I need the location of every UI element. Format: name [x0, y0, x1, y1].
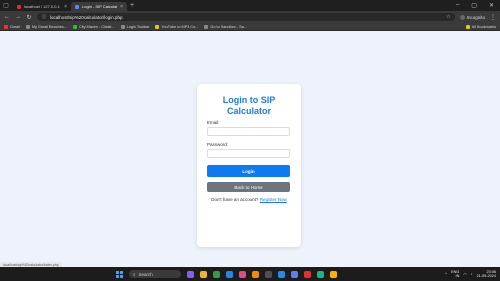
app-icon[interactable]	[317, 270, 324, 278]
maximize-icon[interactable]: ▢	[471, 2, 477, 9]
windows-start-icon[interactable]	[116, 270, 123, 278]
lang-region-text: IN	[455, 274, 460, 278]
bookmark-label: My Gmail Beaches...	[31, 24, 67, 29]
bookmark-label: All Bookmarks	[471, 24, 496, 29]
system-tray: ^ ENG IN ◠ ♪ 23:06 21-09-2024	[445, 270, 496, 279]
windows-taskbar: ⌕ Search ^ ENG IN ◠ ♪ 23:06 21-09-2024	[0, 267, 500, 281]
bookmark-item[interactable]: City Maven - Clickit...	[72, 24, 115, 29]
browser-toolbar: ← → ↻ ⓘ localhost/sip%20calculator/login…	[0, 11, 500, 23]
password-field[interactable]	[207, 149, 290, 158]
incognito-indicator[interactable]: Incognito	[459, 14, 485, 20]
back-arrow-icon[interactable]: ←	[4, 14, 10, 20]
bookmark-label: City Maven - Clickit...	[78, 24, 115, 29]
app-icon[interactable]	[239, 270, 246, 278]
edge-icon[interactable]	[278, 270, 285, 278]
login-title-line1: Login to SIP	[222, 95, 276, 105]
terminal-icon[interactable]	[265, 270, 272, 278]
gmail-icon	[4, 24, 8, 29]
minimize-icon[interactable]: –	[456, 2, 459, 9]
bookmark-label: Go to Sandbox - Sa...	[210, 24, 247, 29]
bookmark-icon	[72, 24, 77, 29]
xampp-icon[interactable]	[252, 270, 259, 278]
close-window-icon[interactable]: ✕	[489, 2, 494, 9]
bookmark-icon	[204, 24, 209, 29]
bookmark-icon	[120, 24, 125, 29]
bookmark-icon	[155, 24, 160, 29]
login-title: Login to SIP Calculator	[197, 95, 301, 117]
bookmark-star-icon[interactable]: ☆	[446, 14, 450, 20]
page-body: Login to SIP Calculator Email: Password:…	[0, 32, 500, 267]
site-info-icon[interactable]: ⓘ	[41, 14, 47, 20]
tab-phpmyadmin[interactable]: localhost / 127.0.0.1 / sip_calcu ×	[13, 2, 71, 11]
back-to-home-button[interactable]: Back to Home	[207, 182, 290, 192]
email-field[interactable]	[207, 127, 290, 136]
url-text: localhost/sip%20calculator/login.php	[49, 14, 123, 20]
window-controls: – ▢ ✕	[456, 2, 500, 9]
app-icon[interactable]	[330, 270, 337, 278]
forward-arrow-icon[interactable]: →	[15, 14, 21, 20]
tab-actions-icon[interactable]: ▢	[2, 2, 10, 10]
register-prompt-text: Don't have an account?	[211, 197, 259, 202]
address-bar[interactable]: ⓘ localhost/sip%20calculator/login.php ☆	[36, 13, 455, 21]
bookmark-label: YouTube to MP3 Co...	[161, 24, 199, 29]
app-icon[interactable]	[291, 270, 298, 278]
bookmark-item[interactable]: YouTube to MP3 Co...	[155, 24, 199, 29]
register-prompt: Don't have an account? Register Now	[197, 197, 301, 202]
chrome-icon[interactable]	[213, 270, 220, 278]
reload-icon[interactable]: ↻	[26, 14, 32, 21]
bookmark-label: Login Toolbar	[126, 24, 150, 29]
incognito-icon	[459, 14, 465, 20]
vscode-icon[interactable]	[226, 270, 233, 278]
bookmark-item[interactable]: Login Toolbar	[120, 24, 150, 29]
close-tab-icon[interactable]: ×	[64, 4, 67, 10]
file-explorer-icon[interactable]	[200, 270, 207, 278]
bookmark-icon	[25, 24, 30, 29]
language-indicator[interactable]: ENG IN	[451, 270, 459, 279]
new-tab-icon[interactable]: +	[130, 2, 134, 9]
menu-icon[interactable]: ⋮	[490, 14, 496, 21]
app-icon[interactable]	[304, 270, 311, 278]
tab-login[interactable]: Login - SIP Calculator ×	[71, 2, 127, 11]
phpmyadmin-favicon-icon	[17, 4, 21, 9]
tab-label: localhost / 127.0.0.1 / sip_calcu	[24, 4, 61, 9]
page-favicon-icon	[75, 4, 79, 9]
all-bookmarks[interactable]: All Bookmarks	[465, 24, 496, 29]
password-label: Password:	[207, 142, 229, 147]
folder-icon	[465, 24, 470, 29]
search-icon: ⌕	[133, 271, 136, 277]
email-label: Email:	[207, 120, 220, 125]
chevron-up-icon[interactable]: ^	[445, 272, 447, 276]
search-placeholder: Search	[138, 271, 153, 277]
volume-icon[interactable]: ♪	[471, 272, 473, 276]
bookmark-gmail[interactable]: Gmail	[4, 24, 20, 29]
tab-label: Login - SIP Calculator	[82, 4, 118, 9]
clock[interactable]: 23:06 21-09-2024	[477, 270, 496, 279]
close-tab-icon[interactable]: ×	[120, 4, 123, 10]
bookmark-item[interactable]: Go to Sandbox - Sa...	[204, 24, 247, 29]
taskbar-search[interactable]: ⌕ Search	[129, 270, 181, 278]
bookmark-item[interactable]: My Gmail Beaches...	[25, 24, 67, 29]
bookmarks-bar: Gmail My Gmail Beaches... City Maven - C…	[0, 23, 500, 31]
incognito-label: Incognito	[466, 14, 485, 20]
register-link[interactable]: Register Now	[260, 197, 287, 202]
login-title-line2: Calculator	[226, 106, 271, 116]
browser-tab-bar: ▢ localhost / 127.0.0.1 / sip_calcu × Lo…	[0, 0, 500, 11]
login-button[interactable]: Login	[207, 165, 290, 177]
login-card: Login to SIP Calculator Email: Password:…	[197, 84, 301, 247]
task-view-icon[interactable]	[187, 270, 194, 278]
bookmark-label: Gmail	[10, 24, 20, 29]
date-text: 21-09-2024	[476, 274, 496, 278]
wifi-icon[interactable]: ◠	[463, 272, 466, 277]
